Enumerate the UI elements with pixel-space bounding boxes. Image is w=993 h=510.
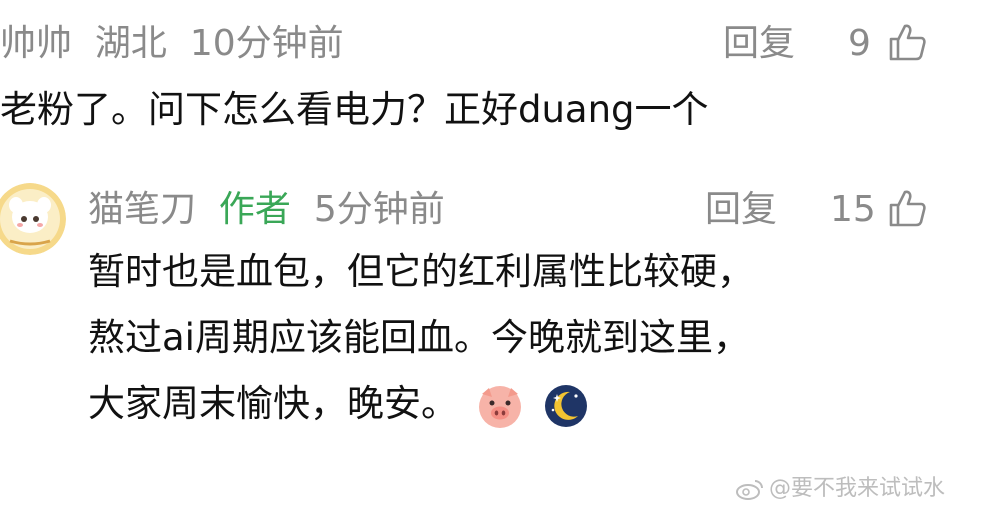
pig-face-icon — [478, 385, 521, 428]
author-badge: 作者 — [218, 189, 291, 230]
comment-1-header: 帅帅 湖北 10分钟前 — [0, 22, 344, 66]
crescent-moon-icon — [544, 384, 587, 427]
comment-2-header: 猫笔刀 作者 5分钟前 — [88, 188, 445, 232]
weibo-logo-icon — [736, 480, 763, 500]
watermark-text: @要不我来试试水 — [769, 476, 946, 501]
comment-2-line-1: 暂时也是血包，但它的红利属性比较硬， — [88, 250, 754, 293]
reply-button[interactable]: 回复 — [723, 22, 795, 66]
like-count: 9 — [848, 23, 871, 64]
thumbs-up-icon[interactable] — [888, 188, 926, 228]
watermark: @要不我来试试水 — [735, 470, 945, 502]
comment-2-line-2: 熬过ai周期应该能回血。今晚就到这里， — [88, 316, 750, 359]
username[interactable]: 猫笔刀 — [88, 189, 196, 230]
timestamp: 5分钟前 — [313, 189, 445, 230]
username[interactable]: 帅帅 — [0, 23, 72, 64]
comment-2-line-3-text: 大家周末愉快，晚安。 — [88, 382, 458, 425]
comment-1-text: 老粉了。问下怎么看电力？正好duang一个 — [0, 88, 709, 131]
thumbs-up-icon[interactable] — [888, 22, 926, 62]
timestamp: 10分钟前 — [189, 23, 344, 64]
reply-button[interactable]: 回复 — [705, 188, 777, 232]
comment-2-line-3: 大家周末愉快，晚安。 — [88, 376, 590, 432]
like-count: 15 — [830, 189, 876, 230]
location: 湖北 — [94, 23, 167, 64]
avatar[interactable] — [0, 183, 66, 255]
